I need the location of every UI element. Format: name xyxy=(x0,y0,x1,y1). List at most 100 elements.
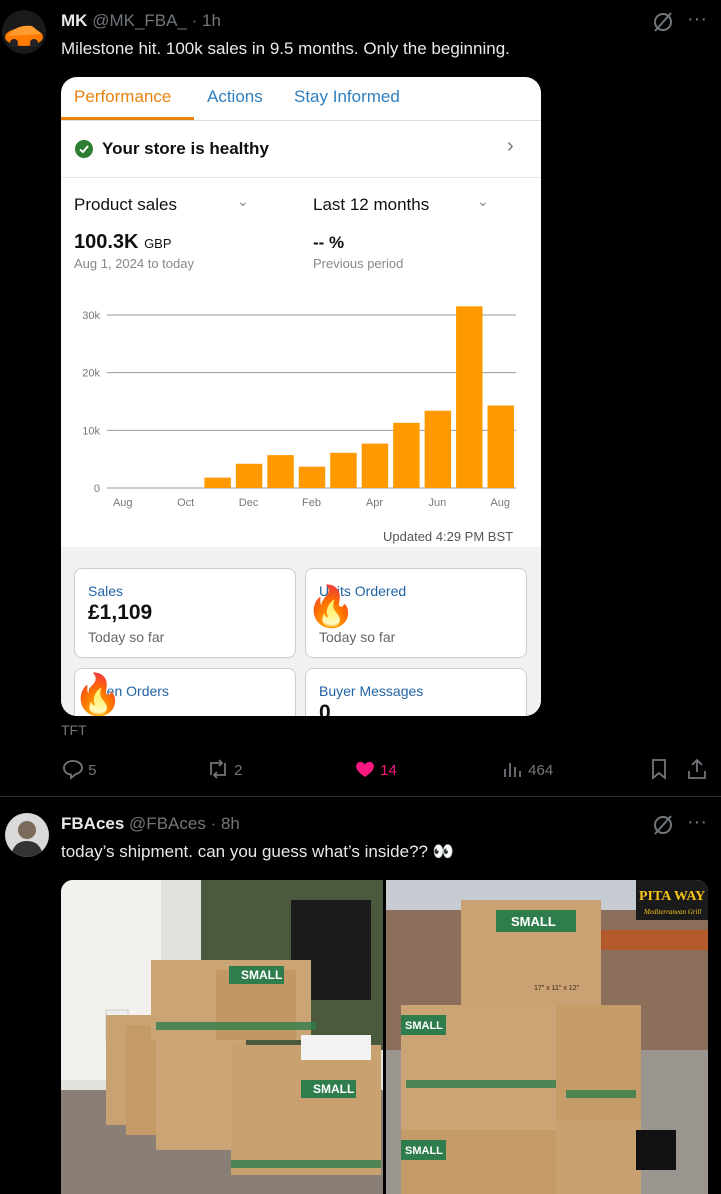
bar-dec-4 xyxy=(235,463,263,488)
total-sales: 100.3K GBP xyxy=(74,231,172,254)
currency: GBP xyxy=(144,236,172,251)
more-icon[interactable]: ··· xyxy=(687,8,707,31)
post-header: FBAces @FBAces · 8h xyxy=(61,814,240,834)
bar-jul-11 xyxy=(456,306,483,488)
metric-tiles: Sales £1,109 Today so far Units Ordered … xyxy=(61,547,541,716)
tile-value: £1,109 xyxy=(88,601,153,624)
health-text: Your store is healthy xyxy=(102,139,269,158)
heart-icon xyxy=(356,761,374,777)
author-name[interactable]: MK xyxy=(61,11,87,30)
bar-may-9 xyxy=(393,422,420,488)
y-tick-label: 10k xyxy=(82,425,100,437)
author-handle[interactable]: @MK_FBA_ xyxy=(92,11,187,30)
fire-emoji-icon: 🔥 xyxy=(306,585,356,629)
reply-button[interactable]: 5 xyxy=(62,758,97,780)
reply-icon xyxy=(63,760,83,780)
post-header: MK @MK_FBA_ · 1h xyxy=(61,11,221,31)
box-label-text: SMALL xyxy=(405,1145,443,1157)
reply-count: 5 xyxy=(88,762,97,779)
more-icon[interactable]: ··· xyxy=(687,811,707,834)
tile-units-ordered[interactable]: Units Ordered Today so far 🔥 xyxy=(305,568,527,658)
metric-select[interactable]: Product sales xyxy=(74,195,177,215)
tile-buyer-messages[interactable]: Buyer Messages 0 xyxy=(305,668,527,716)
x-tick-label: Aug xyxy=(490,497,510,509)
avatar[interactable] xyxy=(5,813,49,857)
image-caption: TFT xyxy=(61,722,87,738)
chevron-down-icon[interactable]: ⌄ xyxy=(477,193,489,210)
share-icon[interactable] xyxy=(686,758,708,784)
like-count: 14 xyxy=(380,762,397,779)
tile-sub: Today so far xyxy=(319,629,396,645)
grok-icon[interactable] xyxy=(651,813,675,842)
bar-mar-7 xyxy=(330,452,357,488)
bar-jan-5 xyxy=(267,455,294,488)
box-label-text: SMALL xyxy=(405,1020,443,1032)
post-time[interactable]: · 8h xyxy=(211,814,240,833)
x-tick-label: Dec xyxy=(239,497,259,509)
bar-apr-8 xyxy=(361,443,389,488)
post-text: today’s shipment. can you guess what’s i… xyxy=(61,842,454,861)
box-size-text: 17" x 11" x 12" xyxy=(534,985,580,992)
tile-open-orders[interactable]: Open Orders 🔥 xyxy=(73,668,296,716)
bar-feb-6 xyxy=(298,466,326,488)
updated-time: Updated 4:29 PM BST xyxy=(383,529,514,544)
total-value: 100.3K xyxy=(74,231,139,253)
analytics-icon xyxy=(504,763,521,777)
change-label: Previous period xyxy=(313,256,404,271)
chevron-down-icon[interactable]: ⌄ xyxy=(237,193,249,210)
change-value: -- % xyxy=(313,233,345,252)
seller-central-screenshot[interactable]: Performance Actions Stay Informed Your s… xyxy=(61,77,541,716)
y-tick-label: 0 xyxy=(94,483,100,495)
pita-way-sign-sub: Mediterranean Grill xyxy=(643,908,701,916)
repost-icon xyxy=(210,759,226,779)
y-tick-label: 30k xyxy=(82,310,100,322)
store-health-row[interactable]: Your store is healthy › xyxy=(61,121,541,178)
x-tick-label: Apr xyxy=(366,497,383,509)
person-avatar-icon xyxy=(11,821,43,857)
x-tick-label: Oct xyxy=(177,497,194,509)
x-tick-label: Feb xyxy=(302,497,321,509)
tab-stay-informed[interactable]: Stay Informed xyxy=(294,87,400,107)
bar-aug-12 xyxy=(487,405,514,488)
tab-performance[interactable]: Performance xyxy=(74,87,171,107)
bar-jun-10 xyxy=(424,410,452,488)
like-button[interactable]: 14 xyxy=(354,758,397,780)
post-time[interactable]: · 1h xyxy=(192,11,221,30)
tile-sales[interactable]: Sales £1,109 Today so far xyxy=(74,568,296,658)
tile-label: Sales xyxy=(88,583,124,599)
date-range: Aug 1, 2024 to today xyxy=(74,256,194,271)
check-circle-icon xyxy=(75,140,93,158)
bookmark-icon[interactable] xyxy=(649,758,669,784)
photo-boxes-indoor[interactable]: SMALL SMALL xyxy=(61,880,383,1194)
views-button[interactable]: 464 xyxy=(502,758,553,780)
avatar[interactable] xyxy=(2,10,46,54)
period-select[interactable]: Last 12 months xyxy=(313,195,429,215)
post-mk: MK @MK_FBA_ · 1h ··· Milestone hit. 100k… xyxy=(0,0,721,797)
tile-sub: Today so far xyxy=(88,629,165,645)
tabs: Performance Actions Stay Informed xyxy=(61,77,541,121)
fire-emoji-icon: 🔥 xyxy=(73,673,123,716)
y-tick-label: 20k xyxy=(82,368,100,380)
sales-bar-chart: 0 10k 20k 30k Aug Oct Dec Feb Apr Jun Aug xyxy=(82,306,516,509)
pita-way-sign: PITA WAY xyxy=(639,889,705,904)
tab-underline xyxy=(61,117,194,120)
box-label-text: SMALL xyxy=(511,914,556,929)
author-handle[interactable]: @FBAces xyxy=(129,814,206,833)
car-avatar-icon xyxy=(5,25,43,47)
chevron-right-icon: › xyxy=(507,135,514,157)
photo-boxes-outdoor[interactable]: SMALL SMALL SMALL 17" x 11" x 12" PITA W… xyxy=(386,880,708,1194)
tile-value: 0 xyxy=(319,701,331,716)
bar-nov-3 xyxy=(204,477,231,488)
repost-count: 2 xyxy=(234,762,243,779)
grok-icon[interactable] xyxy=(651,10,675,39)
box-label-text: SMALL xyxy=(241,968,282,982)
author-name[interactable]: FBAces xyxy=(61,814,124,833)
tab-actions[interactable]: Actions xyxy=(207,87,263,107)
tile-label: Buyer Messages xyxy=(319,683,424,699)
post-text: Milestone hit. 100k sales in 9.5 months.… xyxy=(61,39,510,58)
view-count: 464 xyxy=(528,762,554,779)
repost-button[interactable]: 2 xyxy=(206,758,243,780)
x-tick-label: Aug xyxy=(113,497,133,509)
x-tick-label: Jun xyxy=(428,497,446,509)
box-label-text: SMALL xyxy=(313,1082,354,1096)
